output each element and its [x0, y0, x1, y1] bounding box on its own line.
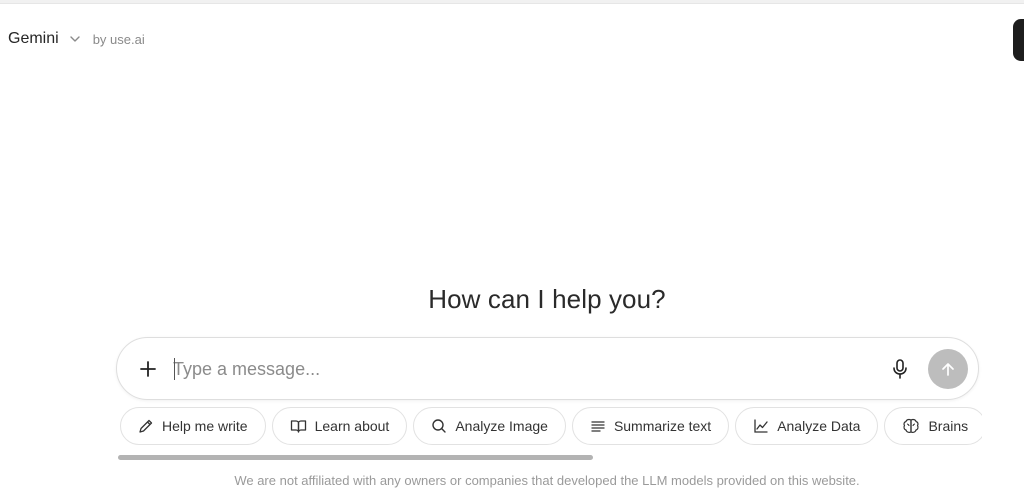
suggestion-analyze-image[interactable]: Analyze Image — [413, 407, 566, 445]
account-button[interactable] — [1013, 19, 1024, 61]
suggestion-label: Brains — [928, 418, 969, 434]
model-selector[interactable]: Gemini by use.ai — [8, 28, 145, 50]
chart-icon — [754, 419, 768, 433]
brain-icon — [903, 418, 920, 433]
suggestion-help-me-write[interactable]: Help me write — [120, 407, 266, 445]
microphone-icon — [893, 359, 907, 379]
add-attachment-button[interactable] — [137, 358, 159, 380]
suggestion-analyze-data[interactable]: Analyze Data — [735, 407, 879, 445]
model-name: Gemini — [8, 30, 59, 47]
suggestion-label: Analyze Data — [777, 418, 861, 434]
footer-disclaimer: We are not affiliated with any owners or… — [234, 473, 860, 488]
suggestion-brainstorm[interactable]: Brains — [884, 407, 982, 445]
suggestion-learn-about[interactable]: Learn about — [271, 407, 408, 445]
message-composer — [116, 337, 979, 400]
page-title: How can I help you? — [428, 284, 666, 314]
top-divider — [0, 0, 1024, 4]
provider-label: by use.ai — [92, 31, 145, 47]
suggestion-summarize-text[interactable]: Summarize text — [571, 407, 730, 445]
search-icon — [432, 419, 447, 433]
suggestion-label: Help me write — [162, 418, 248, 434]
chat-page: Gemini by use.ai How can I help you? Typ… — [0, 0, 1024, 503]
plus-icon — [140, 361, 156, 377]
suggestion-label: Learn about — [314, 418, 390, 434]
horizontal-scrollbar[interactable] — [118, 455, 593, 460]
pencil-icon — [139, 419, 153, 433]
text-caret — [174, 358, 175, 380]
chevron-down-icon — [69, 33, 81, 45]
message-input[interactable] — [173, 354, 873, 384]
arrow-up-icon — [942, 363, 954, 376]
lines-icon — [591, 421, 605, 432]
suggestion-label: Summarize text — [613, 418, 712, 434]
suggestion-strip: Help me write Learn about Analyze Image — [116, 407, 982, 447]
send-button[interactable] — [928, 349, 968, 389]
microphone-button[interactable] — [889, 357, 911, 381]
book-icon — [290, 420, 306, 433]
suggestion-label: Analyze Image — [455, 418, 548, 434]
